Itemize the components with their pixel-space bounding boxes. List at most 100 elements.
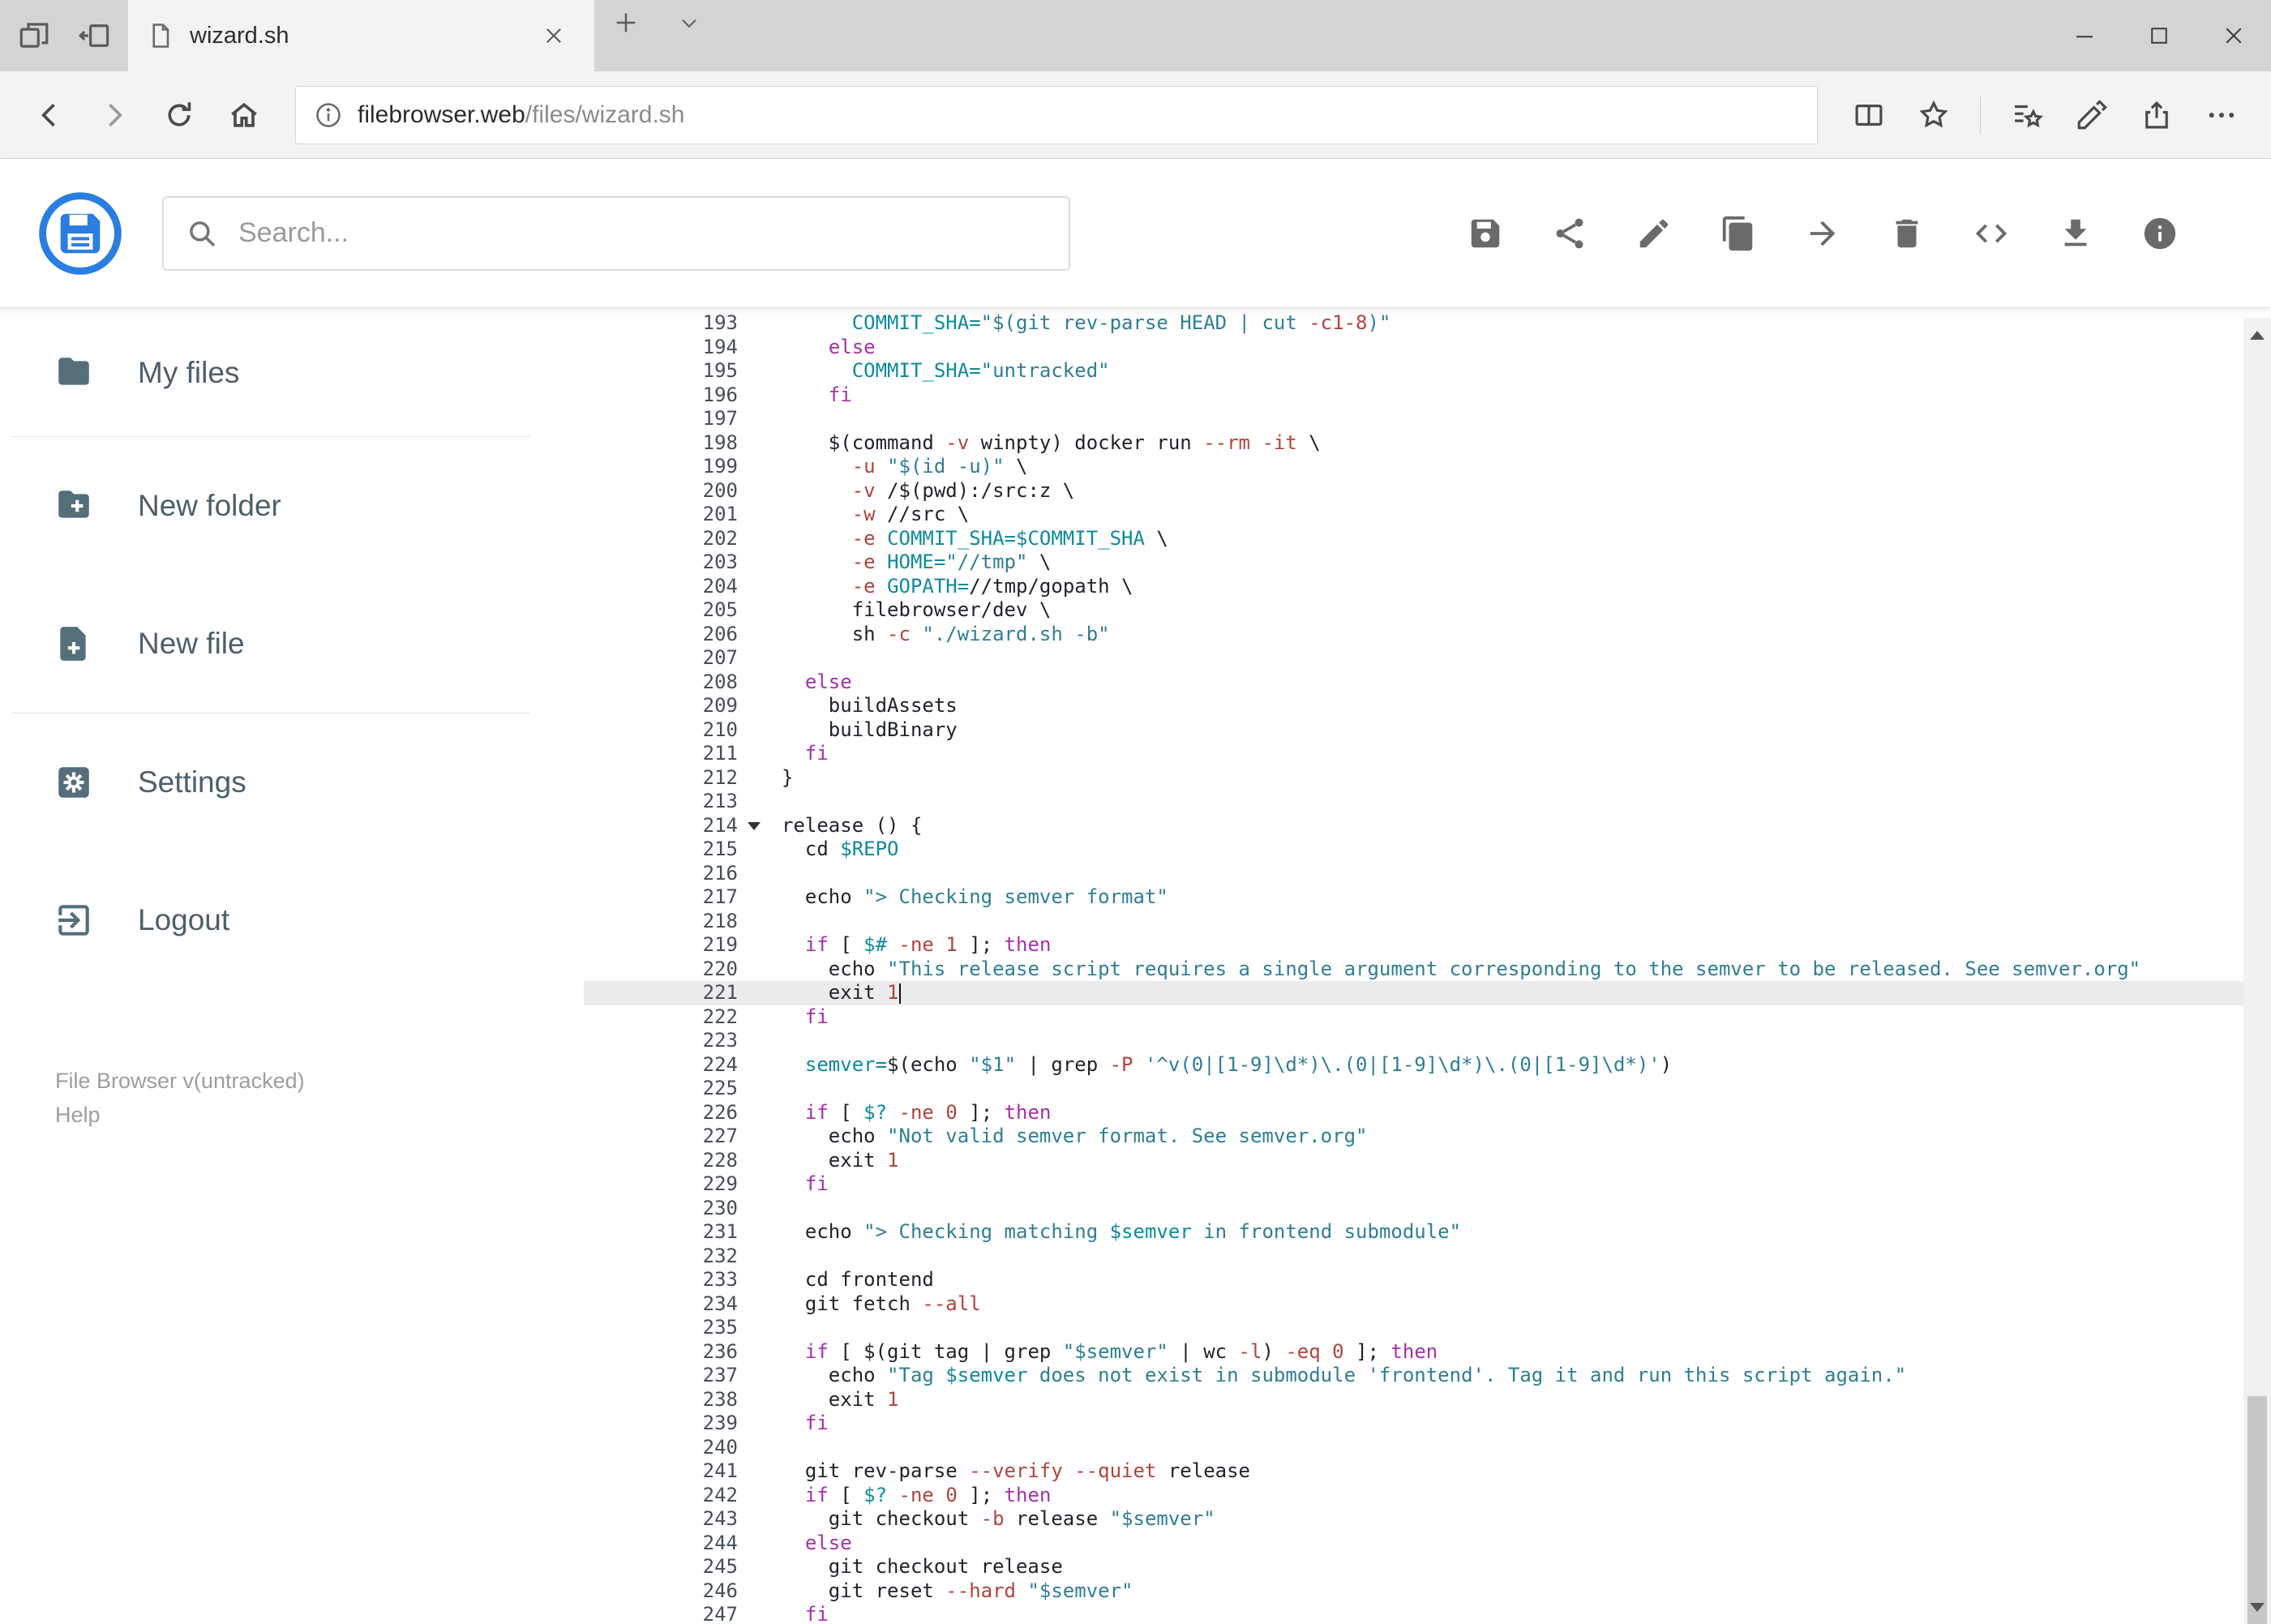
back-icon[interactable] [21,87,78,144]
line-number[interactable]: 229 [584,1172,762,1197]
info-icon[interactable] [2138,212,2182,255]
line-number[interactable]: 198 [584,431,762,456]
line-number[interactable]: 234 [584,1292,762,1317]
scroll-down-button[interactable] [2243,1590,2271,1624]
line-number[interactable]: 203 [584,551,762,575]
line-number[interactable]: 243 [584,1507,762,1532]
browser-tab[interactable]: wizard.sh [128,0,594,71]
line-number[interactable]: 205 [584,598,762,623]
line-number[interactable]: 193 [584,311,762,336]
line-number[interactable]: 204 [584,575,762,599]
rename-icon[interactable] [1632,212,1676,255]
web-note-icon[interactable] [2063,87,2120,144]
save-icon[interactable] [1463,212,1507,255]
refresh-icon[interactable] [151,87,208,144]
line-number[interactable]: 242 [584,1484,762,1508]
line-number[interactable]: 238 [584,1388,762,1412]
line-number[interactable]: 195 [584,359,762,384]
line-number[interactable]: 233 [584,1268,762,1292]
copy-icon[interactable] [1716,212,1760,255]
sidebar-item-new-folder[interactable]: New folder [0,437,584,575]
minimize-button[interactable] [2047,0,2122,71]
favorite-star-icon[interactable] [1905,87,1962,144]
line-number[interactable]: 244 [584,1532,762,1556]
line-number[interactable]: 246 [584,1579,762,1604]
tab-close-icon[interactable] [531,13,576,58]
line-number[interactable]: 225 [584,1077,762,1101]
page-icon [146,21,175,50]
line-number[interactable]: 247 [584,1603,762,1624]
tabs-you-have-set-aside-icon[interactable] [11,13,57,58]
line-number[interactable]: 228 [584,1149,762,1173]
set-tabs-aside-icon[interactable] [71,13,117,58]
fold-toggle-icon[interactable] [748,821,761,830]
line-number[interactable]: 227 [584,1125,762,1149]
close-button[interactable] [2196,0,2271,71]
line-number[interactable]: 245 [584,1555,762,1579]
new-tab-icon[interactable] [594,0,658,45]
line-number[interactable]: 215 [584,838,762,862]
site-info-icon[interactable] [314,101,343,130]
line-number[interactable]: 207 [584,646,762,671]
sidebar-item-settings[interactable]: Settings [0,713,584,851]
line-number[interactable]: 241 [584,1459,762,1484]
line-number[interactable]: 221 [584,981,762,1005]
home-icon[interactable] [216,87,272,144]
line-number[interactable]: 201 [584,503,762,527]
line-number[interactable]: 220 [584,958,762,982]
line-number[interactable]: 209 [584,694,762,718]
hub-icon[interactable] [1999,87,2055,144]
line-number[interactable]: 213 [584,790,762,814]
line-number[interactable]: 200 [584,479,762,503]
line-number[interactable]: 230 [584,1197,762,1221]
line-number[interactable]: 239 [584,1412,762,1436]
search-box[interactable] [162,195,1070,271]
download-icon[interactable] [2054,212,2097,255]
filebrowser-save-logo[interactable] [37,191,123,276]
line-number[interactable]: 224 [584,1053,762,1078]
code-editor[interactable]: 193 COMMIT_SHA="$(git rev-parse HEAD | c… [584,308,2271,1624]
maximize-button[interactable] [2122,0,2196,71]
line-number[interactable]: 232 [584,1245,762,1269]
line-number[interactable]: 202 [584,527,762,551]
search-input[interactable] [238,217,1048,249]
line-number[interactable]: 210 [584,718,762,743]
delete-icon[interactable] [1885,212,1929,255]
line-number[interactable]: 231 [584,1220,762,1245]
reading-view-icon[interactable] [1840,87,1897,144]
line-number[interactable]: 194 [584,336,762,360]
move-icon[interactable] [1801,212,1845,255]
line-number[interactable]: 212 [584,766,762,791]
line-number[interactable]: 217 [584,885,762,910]
forward-icon[interactable] [86,87,143,144]
line-number[interactable]: 237 [584,1364,762,1388]
line-number[interactable]: 208 [584,671,762,695]
share-icon[interactable] [1548,212,1592,255]
line-number[interactable]: 196 [584,384,762,408]
line-number[interactable]: 226 [584,1101,762,1125]
line-number[interactable]: 240 [584,1436,762,1460]
help-link[interactable]: Help [55,1098,101,1132]
code-icon[interactable] [1969,212,2013,255]
more-icon[interactable] [2193,87,2250,144]
line-number[interactable]: 197 [584,407,762,431]
code-line-text: $(command -v winpty) docker run --rm -it… [782,431,1321,454]
url-field[interactable]: filebrowser.web/files/wizard.sh [295,85,1818,144]
line-number[interactable]: 216 [584,862,762,886]
sidebar-item-new-file[interactable]: New file [0,575,584,713]
line-number[interactable]: 223 [584,1029,762,1053]
tab-preview-chevron-icon[interactable] [658,0,721,45]
line-number[interactable]: 222 [584,1005,762,1030]
line-number[interactable]: 235 [584,1316,762,1340]
share-icon[interactable] [2128,87,2185,144]
sidebar-item-logout[interactable]: Logout [0,851,584,989]
line-number[interactable]: 199 [584,455,762,479]
line-number[interactable]: 219 [584,933,762,958]
scroll-up-button[interactable] [2243,318,2271,352]
line-number[interactable]: 218 [584,910,762,934]
line-number[interactable]: 211 [584,742,762,766]
sidebar-item-my-files[interactable]: My files [0,310,584,436]
line-number[interactable]: 236 [584,1340,762,1365]
line-number[interactable]: 214 [584,814,762,838]
line-number[interactable]: 206 [584,623,762,647]
